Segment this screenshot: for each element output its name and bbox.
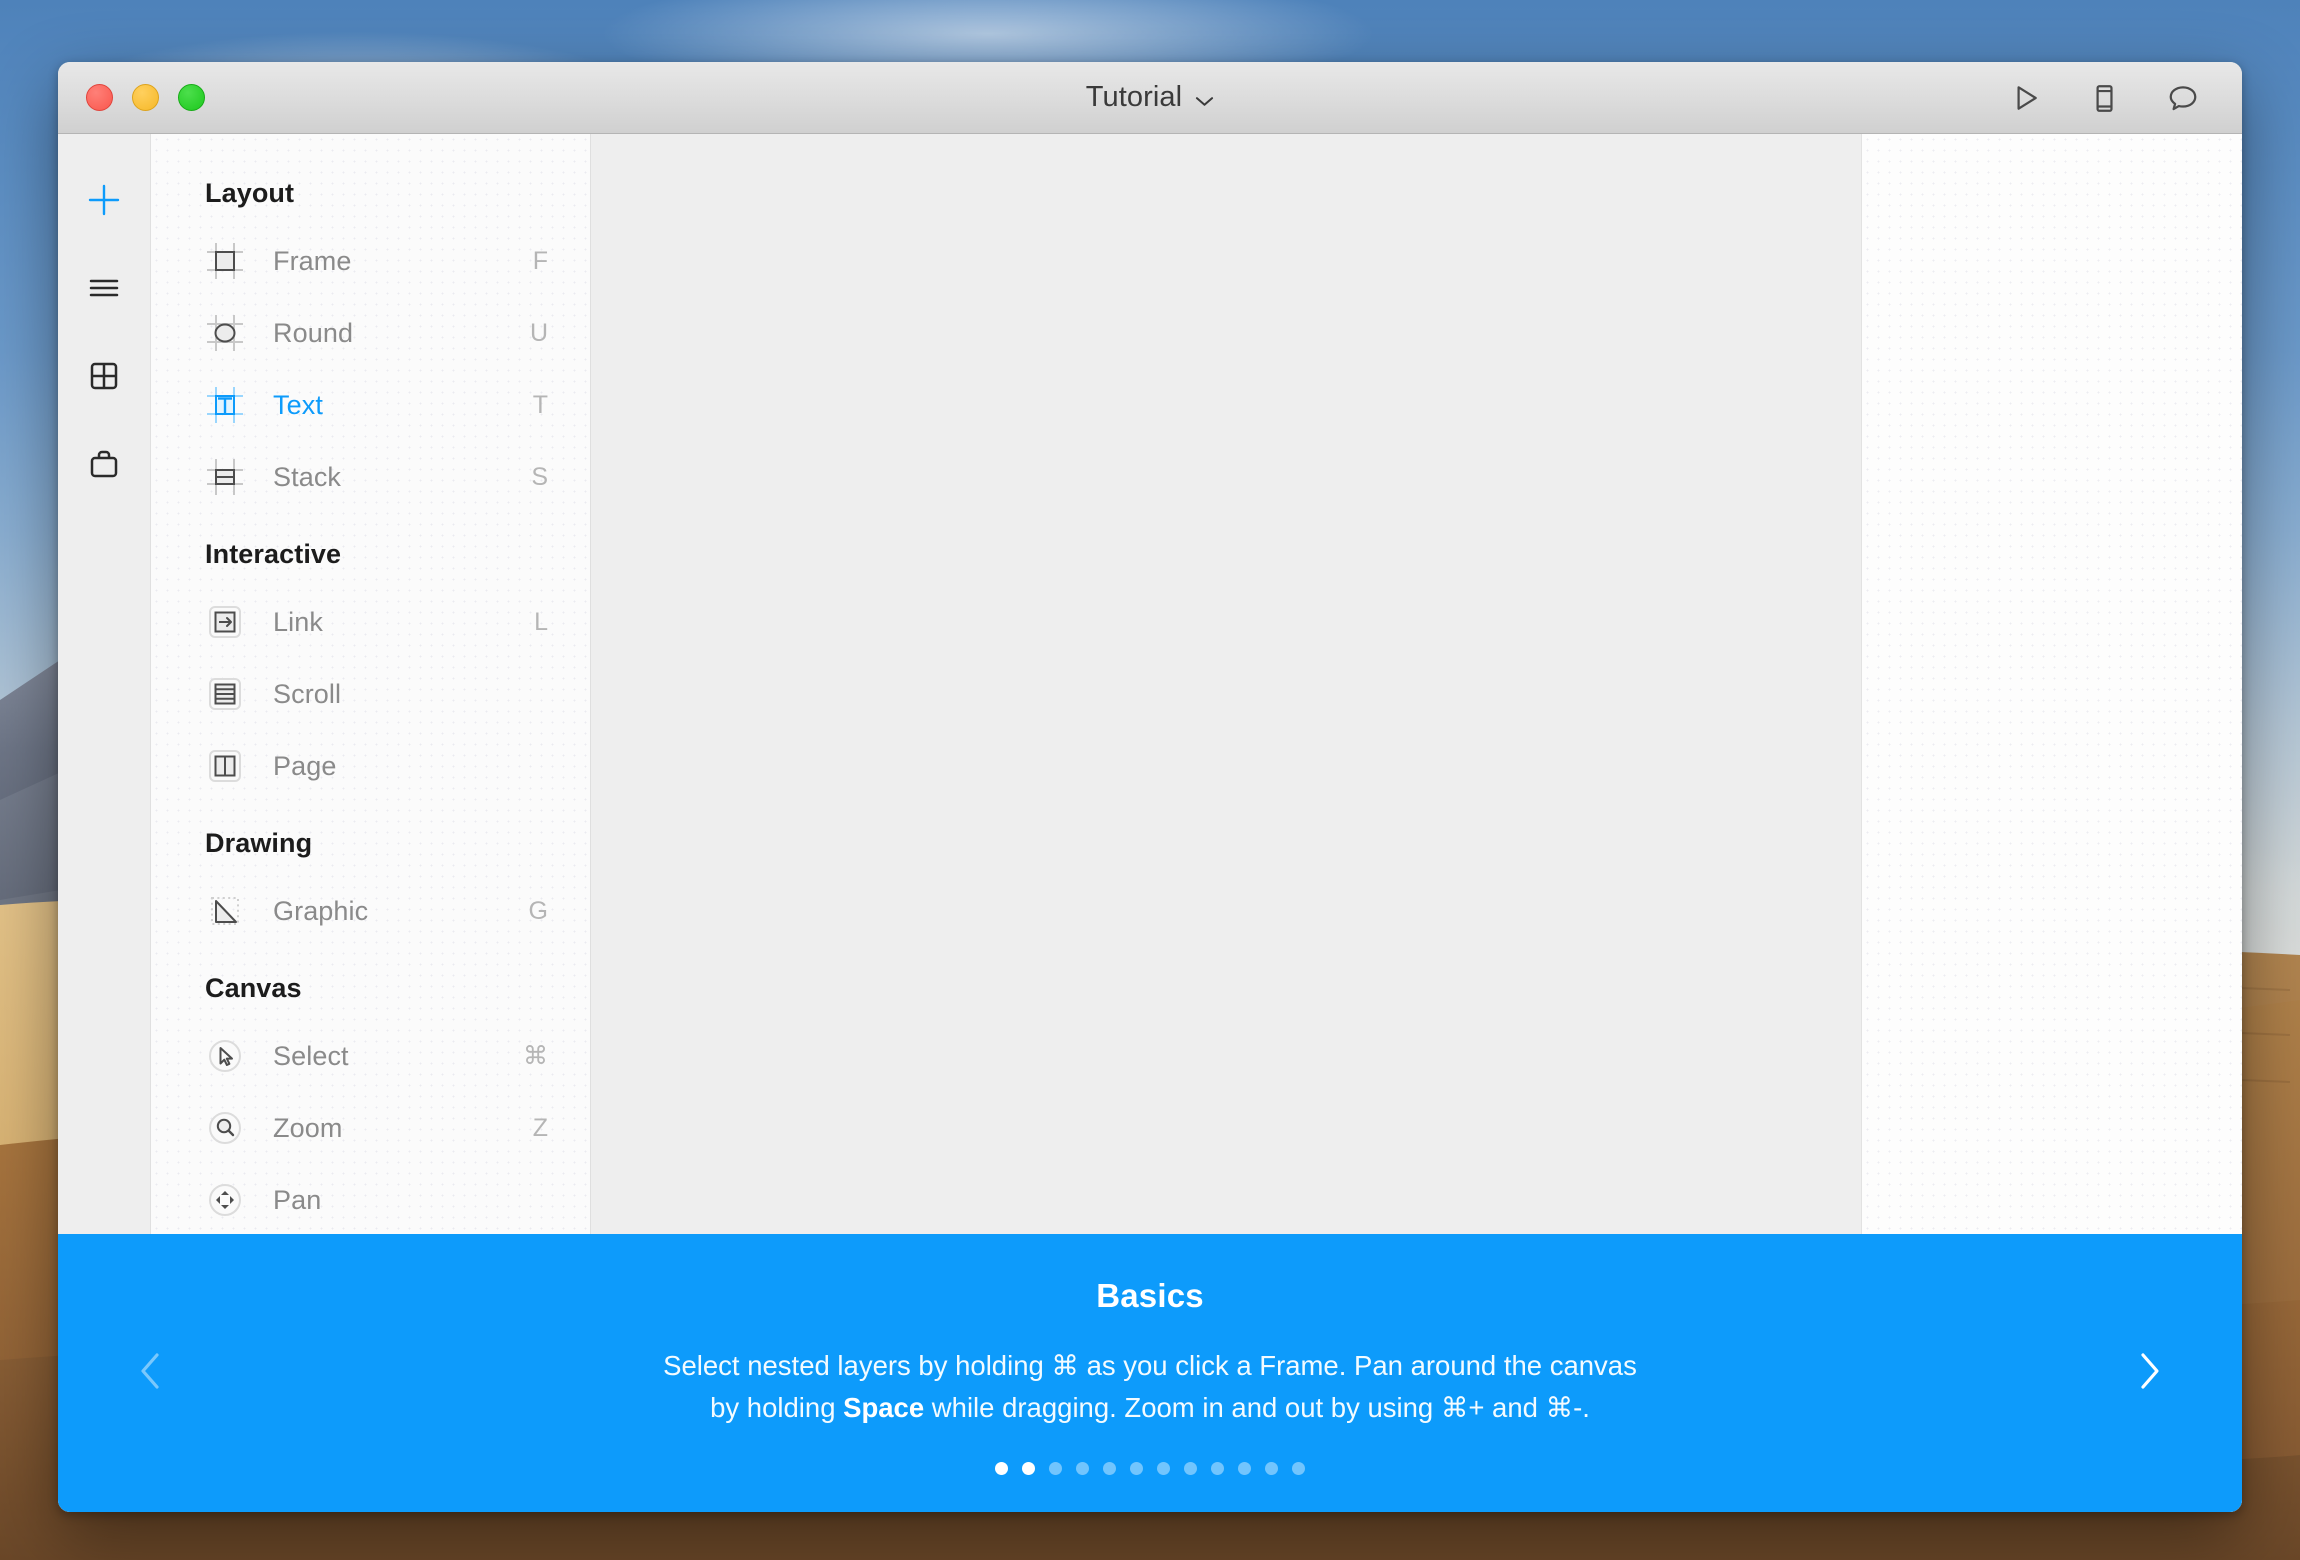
page-icon — [203, 744, 247, 788]
titlebar-actions — [2008, 62, 2200, 133]
tutorial-title: Basics — [1096, 1276, 1204, 1314]
window-title-group: Tutorial — [58, 62, 2242, 133]
minimize-button[interactable] — [132, 84, 159, 111]
hand-pan-icon — [203, 1178, 247, 1222]
section-title-drawing: Drawing — [205, 828, 313, 858]
speech-bubble-icon[interactable] — [2166, 81, 2200, 115]
pagination-dot[interactable] — [1211, 1462, 1224, 1476]
insert-item-label: Frame — [273, 245, 352, 276]
tutorial-next-button[interactable] — [2074, 1234, 2224, 1512]
insert-item-shortcut: F — [532, 246, 548, 275]
frame-icon — [203, 239, 247, 283]
pagination-dot[interactable] — [1022, 1462, 1035, 1476]
insert-item-select[interactable]: Select ⌘ — [151, 1020, 590, 1092]
insert-item-shortcut: L — [534, 607, 548, 636]
insert-item-label: Text — [273, 389, 323, 420]
device-phone-icon[interactable] — [2087, 81, 2121, 115]
stack-icon — [203, 455, 247, 499]
insert-item-link[interactable]: Link L — [151, 586, 590, 658]
insert-item-pan[interactable]: Pan — [151, 1164, 590, 1236]
insert-item-label: Scroll — [273, 678, 342, 709]
insert-item-scroll[interactable]: Scroll — [151, 658, 590, 730]
pagination-dot[interactable] — [1184, 1462, 1197, 1476]
app-window: Tutorial Layout Frame F Round U Text T S… — [58, 62, 2242, 1512]
traffic-lights — [86, 84, 205, 111]
insert-item-label: Pan — [273, 1184, 322, 1215]
insert-item-zoom[interactable]: Zoom Z — [151, 1092, 590, 1164]
chevron-right-icon — [2134, 1349, 2164, 1398]
section-title-interactive: Interactive — [205, 539, 342, 569]
close-button[interactable] — [86, 84, 113, 111]
insert-item-stack[interactable]: Stack S — [151, 441, 590, 513]
zoom-button[interactable] — [178, 84, 205, 111]
sidebar-insert[interactable] — [58, 156, 150, 244]
play-icon[interactable] — [2008, 81, 2042, 115]
sidebar-components[interactable] — [58, 332, 150, 420]
insert-item-shortcut: T — [532, 390, 548, 419]
tutorial-body-line2-a: by holding — [710, 1391, 844, 1423]
insert-item-shortcut: G — [528, 896, 548, 925]
insert-item-page[interactable]: Page — [151, 730, 590, 802]
insert-item-label: Stack — [273, 461, 342, 492]
magnifier-icon — [203, 1106, 247, 1150]
tutorial-pagination[interactable] — [58, 1462, 2242, 1476]
insert-item-shortcut: U — [529, 318, 548, 347]
cursor-arrow-icon — [203, 1034, 247, 1078]
pagination-dot[interactable] — [1049, 1462, 1062, 1476]
pagination-dot[interactable] — [1265, 1462, 1278, 1476]
insert-item-shortcut: S — [531, 462, 548, 491]
graphic-icon — [203, 889, 247, 933]
pagination-dot[interactable] — [1157, 1462, 1170, 1476]
insert-item-graphic[interactable]: Graphic G — [151, 875, 590, 947]
section-title-layout: Layout — [205, 178, 295, 208]
insert-item-shortcut: Z — [532, 1113, 548, 1142]
insert-item-label: Page — [273, 750, 337, 781]
tutorial-body: Select nested layers by holding ⌘ as you… — [58, 1345, 2242, 1429]
tutorial-banner: Basics Select nested layers by holding ⌘… — [58, 1234, 2242, 1512]
pagination-dot[interactable] — [995, 1462, 1008, 1476]
pagination-dot[interactable] — [1238, 1462, 1251, 1476]
tutorial-body-line2: by holding Space while dragging. Zoom in… — [58, 1387, 2242, 1429]
chevron-left-icon — [136, 1349, 166, 1398]
insert-item-label: Graphic — [273, 895, 369, 926]
insert-item-label: Select — [273, 1040, 349, 1071]
text-icon — [203, 383, 247, 427]
insert-item-round[interactable]: Round U — [151, 297, 590, 369]
insert-item-label: Round — [273, 317, 354, 348]
link-icon — [203, 600, 247, 644]
insert-item-shortcut: ⌘ — [523, 1042, 548, 1070]
tutorial-keyword-space: Space — [843, 1391, 925, 1423]
pagination-dot[interactable] — [1292, 1462, 1305, 1476]
section-title-canvas: Canvas — [205, 973, 302, 1003]
round-icon — [203, 311, 247, 355]
pagination-dot[interactable] — [1130, 1462, 1143, 1476]
insert-item-text[interactable]: Text T — [151, 369, 590, 441]
pagination-dot[interactable] — [1076, 1462, 1089, 1476]
insert-item-frame[interactable]: Frame F — [151, 225, 590, 297]
sidebar-assets[interactable] — [58, 420, 150, 508]
chevron-down-icon[interactable] — [1195, 94, 1214, 106]
tutorial-body-line1: Select nested layers by holding ⌘ as you… — [663, 1349, 1637, 1381]
sidebar-layers[interactable] — [58, 244, 150, 332]
insert-item-label: Zoom — [273, 1112, 343, 1143]
tutorial-content: Basics Select nested layers by holding ⌘… — [58, 1271, 2242, 1476]
tutorial-prev-button[interactable] — [76, 1234, 226, 1512]
tutorial-body-line2-c: while dragging. Zoom in and out by using… — [924, 1391, 1590, 1423]
scroll-icon — [203, 672, 247, 716]
pagination-dot[interactable] — [1103, 1462, 1116, 1476]
window-titlebar: Tutorial — [58, 62, 2242, 134]
insert-item-label: Link — [273, 606, 323, 637]
window-body: Layout Frame F Round U Text T Stack S In… — [58, 134, 2242, 1512]
page-title: Tutorial — [1085, 81, 1183, 113]
